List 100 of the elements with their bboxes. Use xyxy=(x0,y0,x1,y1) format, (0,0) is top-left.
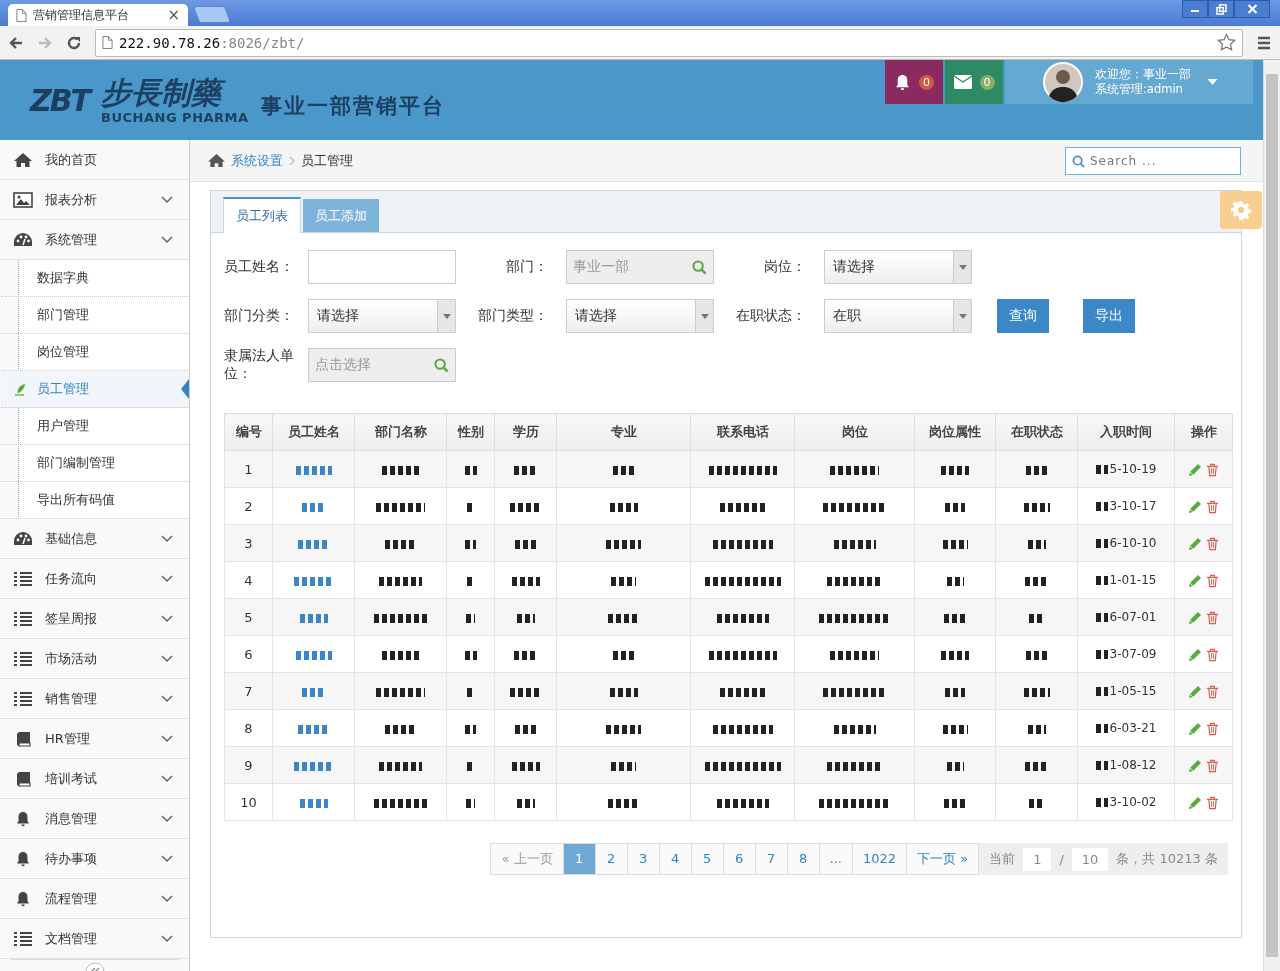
redacted-mark xyxy=(1023,502,1050,512)
page-button[interactable]: 1022 xyxy=(851,844,907,874)
sidebar-item[interactable]: HR管理 xyxy=(0,719,189,759)
tab-title: 营销管理信息平台 xyxy=(33,6,130,24)
sidebar-item[interactable]: 流程管理 xyxy=(0,879,189,919)
browser-tab[interactable]: 营销管理信息平台 × xyxy=(8,4,188,26)
redacted-mark xyxy=(510,502,541,512)
reload-icon[interactable] xyxy=(66,34,82,51)
notification-button[interactable]: 0 xyxy=(885,60,943,104)
redacted-mark xyxy=(1029,613,1044,623)
edit-icon[interactable] xyxy=(1188,721,1202,736)
sidebar-item[interactable]: 报表分析 xyxy=(0,180,189,220)
redacted-mark xyxy=(942,539,968,549)
close-button[interactable] xyxy=(1234,0,1270,18)
submenu-item[interactable]: 用户管理 xyxy=(1,408,189,445)
sidebar-item[interactable]: 文档管理 xyxy=(0,919,189,959)
delete-icon[interactable] xyxy=(1206,462,1219,477)
submenu-item[interactable]: 部门管理 xyxy=(1,297,189,334)
star-icon[interactable] xyxy=(1217,33,1236,52)
submenu-item[interactable]: 导出所有码值 xyxy=(1,482,189,519)
delete-icon[interactable] xyxy=(1206,536,1219,551)
redacted-mark xyxy=(720,687,765,697)
redacted-mark xyxy=(293,576,334,586)
next-page-button[interactable]: 下一页 » xyxy=(906,844,979,874)
page-size-field[interactable]: 10 xyxy=(1071,847,1109,871)
action-button[interactable]: 导出 xyxy=(1083,299,1135,333)
redacted-mark xyxy=(513,650,538,660)
sidebar-item[interactable]: 待办事项 xyxy=(0,839,189,879)
edit-icon[interactable] xyxy=(1188,795,1202,810)
submenu-item[interactable]: 部门编制管理 xyxy=(1,445,189,482)
page-button[interactable]: 4 xyxy=(658,844,691,874)
field-label: 部门类型： xyxy=(477,307,549,325)
page-button[interactable]: 2 xyxy=(594,844,627,874)
delete-icon[interactable] xyxy=(1206,573,1219,588)
breadcrumb-link[interactable]: 系统设置 xyxy=(231,151,283,170)
redacted-mark xyxy=(712,539,773,549)
back-icon[interactable] xyxy=(8,34,24,51)
table-cell: 10 xyxy=(224,783,273,821)
chevron-icon xyxy=(161,694,173,703)
sidebar-item[interactable]: 市场活动 xyxy=(0,639,189,679)
table-cell: 7 xyxy=(224,672,273,710)
sidebar-item[interactable]: 销售管理 xyxy=(0,679,189,719)
delete-icon[interactable] xyxy=(1206,721,1219,736)
column-header: 岗位 xyxy=(794,413,915,451)
restore-button[interactable] xyxy=(1208,0,1234,18)
tab[interactable]: 员工列表 xyxy=(223,197,301,233)
sidebar-item[interactable]: 任务流向 xyxy=(0,559,189,599)
edit-icon[interactable] xyxy=(1188,647,1202,662)
sidebar-item[interactable]: 签呈周报 xyxy=(0,599,189,639)
submenu-item[interactable]: 数据字典 xyxy=(1,260,189,297)
chevron-icon xyxy=(161,734,173,743)
delete-icon[interactable] xyxy=(1206,610,1219,625)
bell-icon xyxy=(894,73,911,91)
redacted-mark xyxy=(607,613,640,623)
select-field[interactable]: 请选择 xyxy=(308,299,456,333)
scrollbar[interactable] xyxy=(1263,60,1280,971)
menu-icon[interactable] xyxy=(1256,34,1272,51)
select-field[interactable]: 请选择 xyxy=(824,250,972,284)
edit-icon[interactable] xyxy=(1188,462,1202,477)
sidebar-item[interactable]: 消息管理 xyxy=(0,799,189,839)
redacted-mark xyxy=(297,539,330,549)
delete-icon[interactable] xyxy=(1206,758,1219,773)
redacted-mark xyxy=(464,650,477,660)
delete-icon[interactable] xyxy=(1206,795,1219,810)
count-badge: 0 xyxy=(919,74,934,90)
edit-icon[interactable] xyxy=(1188,536,1202,551)
edit-icon[interactable] xyxy=(1188,573,1202,588)
delete-icon[interactable] xyxy=(1206,647,1219,662)
edit-icon[interactable] xyxy=(1188,499,1202,514)
minimize-button[interactable] xyxy=(1182,0,1208,18)
sidebar-item[interactable]: 基础信息 xyxy=(0,519,189,559)
edit-icon[interactable] xyxy=(1188,610,1202,625)
page-button[interactable]: 8 xyxy=(786,844,819,874)
select-field[interactable]: 请选择 xyxy=(566,299,714,333)
page-button[interactable]: 3 xyxy=(626,844,659,874)
column-header: 编号 xyxy=(224,413,273,451)
redacted-mark xyxy=(611,576,636,586)
search-field[interactable]: Search ... xyxy=(1065,146,1241,175)
page-button[interactable]: ... xyxy=(818,844,852,874)
table-cell: 6-10-10 xyxy=(1109,536,1157,550)
sidebar-item[interactable]: 培训考试 xyxy=(0,759,189,799)
edit-icon[interactable] xyxy=(1188,758,1202,773)
page-button[interactable]: 7 xyxy=(754,844,787,874)
field-label: 隶属法人单位： xyxy=(224,347,295,383)
field-label: 员工姓名： xyxy=(224,258,295,276)
sidebar-item[interactable]: 我的首页 xyxy=(0,140,189,180)
submenu-item[interactable]: 员工管理 xyxy=(1,371,189,408)
text-field[interactable] xyxy=(308,250,456,284)
page-button[interactable]: 5 xyxy=(690,844,723,874)
action-button[interactable]: 查询 xyxy=(997,299,1049,333)
current-page-field[interactable]: 1 xyxy=(1023,847,1052,871)
page-button[interactable]: 6 xyxy=(722,844,755,874)
address-bar[interactable]: 222.90.78.26:8026/zbt/ xyxy=(95,28,1243,57)
select-field[interactable]: 在职 xyxy=(824,299,972,333)
redacted-mark xyxy=(1026,650,1047,660)
edit-icon[interactable] xyxy=(1188,684,1202,699)
close-tab-button[interactable]: × xyxy=(167,6,180,24)
menu-label: 我的首页 xyxy=(45,150,98,169)
delete-icon[interactable] xyxy=(1206,499,1219,514)
delete-icon[interactable] xyxy=(1206,684,1219,699)
